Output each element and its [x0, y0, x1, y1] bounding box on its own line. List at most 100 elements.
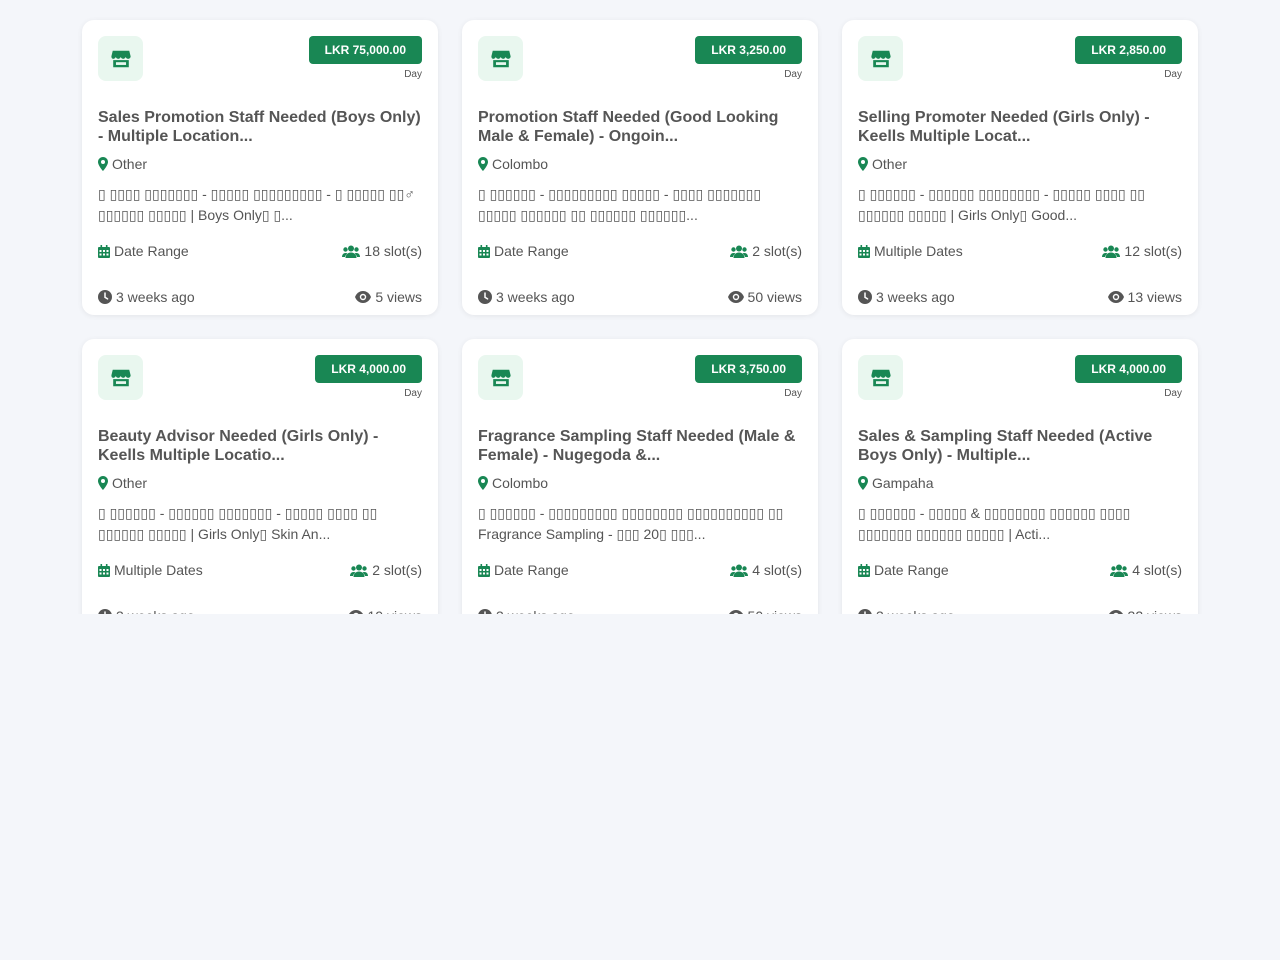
job-title[interactable]: Selling Promoter Needed (Girls Only) - K…: [858, 108, 1182, 146]
job-posted-text: 3 weeks ago: [116, 608, 195, 614]
calendar-icon: [98, 563, 110, 577]
job-posted-text: 3 weeks ago: [496, 608, 575, 614]
eye-icon: [727, 291, 744, 303]
job-dates: Multiple Dates: [98, 562, 203, 578]
clock-icon: [478, 290, 492, 304]
job-slots: 18 slot(s): [342, 243, 422, 259]
eye-icon: [355, 291, 372, 303]
job-posted: 3 weeks ago: [478, 608, 575, 614]
job-dates: Date Range: [98, 243, 189, 259]
job-card[interactable]: LKR 2,850.00 Day Selling Promoter Needed…: [842, 20, 1198, 315]
price-badge: LKR 4,000.00: [315, 355, 422, 383]
map-marker-icon: [98, 476, 108, 490]
job-posted: 3 weeks ago: [98, 608, 195, 614]
job-slots: 4 slot(s): [1110, 562, 1182, 578]
store-icon: [98, 355, 143, 400]
users-icon: [350, 564, 369, 577]
price-period: Day: [1164, 69, 1182, 80]
job-posted: 3 weeks ago: [858, 289, 955, 305]
eye-icon: [1108, 610, 1124, 614]
price-period: Day: [784, 388, 802, 399]
store-icon: [478, 355, 523, 400]
price-badge: LKR 2,850.00: [1075, 36, 1182, 64]
job-description: ▯ ▯▯▯▯▯▯ - ▯▯▯▯▯▯ ▯▯▯▯▯▯▯ - ▯▯▯▯▯ ▯▯▯▯ ▯…: [98, 505, 378, 542]
job-dates: Multiple Dates: [858, 243, 963, 259]
job-slots-text: 2 slot(s): [372, 562, 422, 578]
job-dates-text: Multiple Dates: [114, 562, 203, 578]
price-badge: LKR 3,250.00: [695, 36, 802, 64]
job-card[interactable]: LKR 4,000.00 Day Sales & Sampling Staff …: [842, 339, 1198, 614]
job-dates-text: Multiple Dates: [874, 243, 963, 259]
map-marker-icon: [858, 157, 868, 171]
job-location-text: Gampaha: [872, 475, 934, 491]
calendar-icon: [478, 244, 490, 258]
job-slots: 2 slot(s): [730, 243, 802, 259]
clock-icon: [98, 290, 112, 304]
job-location: Colombo: [478, 474, 802, 492]
users-icon: [730, 245, 749, 258]
job-dates: Date Range: [478, 562, 569, 578]
store-icon: [858, 36, 903, 81]
job-dates: Date Range: [478, 243, 569, 259]
price-period: Day: [1164, 388, 1182, 399]
clock-icon: [858, 609, 872, 614]
clock-icon: [478, 609, 492, 614]
users-icon: [730, 564, 749, 577]
job-card[interactable]: LKR 75,000.00 Day Sales Promotion Staff …: [82, 20, 438, 315]
job-card[interactable]: LKR 4,000.00 Day Beauty Advisor Needed (…: [82, 339, 438, 614]
job-views: 50 views: [727, 289, 802, 305]
job-title[interactable]: Promotion Staff Needed (Good Looking Mal…: [478, 108, 802, 146]
job-views: 13 views: [1107, 289, 1182, 305]
job-card[interactable]: LKR 3,250.00 Day Promotion Staff Needed …: [462, 20, 818, 315]
job-location-text: Colombo: [492, 475, 549, 491]
clock-icon: [858, 290, 872, 304]
job-slots: 12 slot(s): [1102, 243, 1182, 259]
job-title[interactable]: Sales & Sampling Staff Needed (Active Bo…: [858, 427, 1182, 465]
job-views-text: 50 views: [747, 289, 802, 305]
job-location-text: Other: [112, 156, 148, 172]
price-badge: LKR 75,000.00: [308, 36, 422, 64]
job-title[interactable]: Fragrance Sampling Staff Needed (Male & …: [478, 427, 802, 465]
job-slots: 4 slot(s): [730, 562, 802, 578]
job-views-text: 5 views: [375, 289, 422, 305]
job-card[interactable]: LKR 3,750.00 Day Fragrance Sampling Staf…: [462, 339, 818, 614]
job-views: 50 views: [728, 608, 802, 614]
calendar-icon: [858, 563, 870, 577]
job-dates-text: Date Range: [494, 562, 569, 578]
job-posted-text: 3 weeks ago: [876, 289, 955, 305]
job-description: ▯ ▯▯▯▯▯▯ - ▯▯▯▯▯▯ ▯▯▯▯▯▯▯▯ - ▯▯▯▯▯ ▯▯▯▯ …: [858, 186, 1145, 223]
job-views-text: 32 views: [1128, 608, 1182, 614]
price-period: Day: [404, 388, 422, 399]
job-location: Other: [858, 155, 1182, 173]
job-slots-text: 4 slot(s): [752, 562, 802, 578]
eye-icon: [348, 610, 364, 614]
job-slots-text: 12 slot(s): [1124, 243, 1182, 259]
eye-icon: [728, 610, 744, 614]
job-slots-text: 4 slot(s): [1132, 562, 1182, 578]
job-slots-text: 2 slot(s): [752, 243, 802, 259]
job-posted-text: 3 weeks ago: [496, 289, 575, 305]
map-marker-icon: [478, 476, 488, 490]
price-period: Day: [404, 69, 422, 80]
job-listing-viewport: LKR 75,000.00 Day Sales Promotion Staff …: [0, 0, 1280, 614]
job-dates-text: Date Range: [874, 562, 949, 578]
job-location-text: Colombo: [492, 156, 549, 172]
calendar-icon: [98, 244, 110, 258]
store-icon: [858, 355, 903, 400]
job-title[interactable]: Sales Promotion Staff Needed (Boys Only)…: [98, 108, 422, 146]
calendar-icon: [858, 244, 870, 258]
job-description: ▯ ▯▯▯▯▯▯ - ▯▯▯▯▯▯▯▯▯ ▯▯▯▯▯▯▯▯ ▯▯▯▯▯▯▯▯▯▯…: [478, 505, 784, 542]
job-views: 19 views: [348, 608, 422, 614]
job-location: Other: [98, 474, 422, 492]
users-icon: [1110, 564, 1129, 577]
users-icon: [1102, 245, 1121, 258]
job-grid: LKR 75,000.00 Day Sales Promotion Staff …: [82, 20, 1198, 614]
job-location: Colombo: [478, 155, 802, 173]
price-badge: LKR 4,000.00: [1075, 355, 1182, 383]
job-location-text: Other: [872, 156, 908, 172]
users-icon: [342, 245, 361, 258]
job-location: Other: [98, 155, 422, 173]
job-views-text: 13 views: [1127, 289, 1182, 305]
job-dates-text: Date Range: [494, 243, 569, 259]
job-title[interactable]: Beauty Advisor Needed (Girls Only) - Kee…: [98, 427, 422, 465]
